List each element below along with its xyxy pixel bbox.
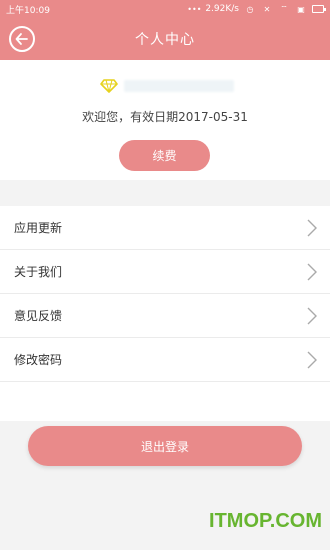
status-bar: 上午10:09 ••• 2.92K/s ◷ ✕ ⌔ ▣ [0, 0, 330, 18]
status-time: 上午10:09 [6, 5, 50, 16]
profile-card: 欢迎您，有效日期2017-05-31 续费 [0, 60, 330, 180]
logout-button[interactable]: 退出登录 [28, 426, 302, 466]
menu-item-about-us[interactable]: 关于我们 [0, 250, 330, 294]
chevron-right-icon [307, 351, 317, 368]
battery-icon [312, 5, 326, 13]
menu-item-label: 应用更新 [14, 221, 63, 235]
menu-item-change-password[interactable]: 修改密码 [0, 338, 330, 382]
renew-button[interactable]: 续费 [119, 140, 210, 171]
diamond-icon [100, 79, 118, 93]
menu-item-label: 修改密码 [14, 353, 63, 367]
clock-icon: ◷ [246, 4, 254, 14]
status-speed: 2.92K/s [205, 4, 239, 14]
status-right: ••• 2.92K/s ◷ ✕ ⌔ ▣ [187, 4, 326, 14]
dots-icon: ••• [187, 4, 202, 14]
menu-item-app-update[interactable]: 应用更新 [0, 206, 330, 250]
title-bar: 个人中心 [0, 18, 330, 60]
vip-row [100, 78, 234, 94]
mute-icon: ✕ [263, 4, 271, 14]
menu-spacer [0, 382, 330, 421]
menu-item-label: 意见反馈 [14, 309, 63, 323]
menu-item-label: 关于我们 [14, 265, 63, 279]
wifi-icon: ⌔ [280, 4, 288, 13]
menu-item-feedback[interactable]: 意见反馈 [0, 294, 330, 338]
page-title: 个人中心 [135, 32, 195, 48]
settings-menu: 应用更新 关于我们 意见反馈 修改密码 [0, 206, 330, 421]
welcome-text: 欢迎您，有效日期2017-05-31 [82, 110, 248, 124]
watermark-text: ITMOP.COM [209, 510, 322, 532]
username-redacted [124, 80, 234, 92]
chevron-right-icon [307, 307, 317, 324]
chevron-right-icon [307, 263, 317, 280]
chevron-right-icon [307, 219, 317, 236]
sim-icon: ▣ [297, 4, 305, 14]
